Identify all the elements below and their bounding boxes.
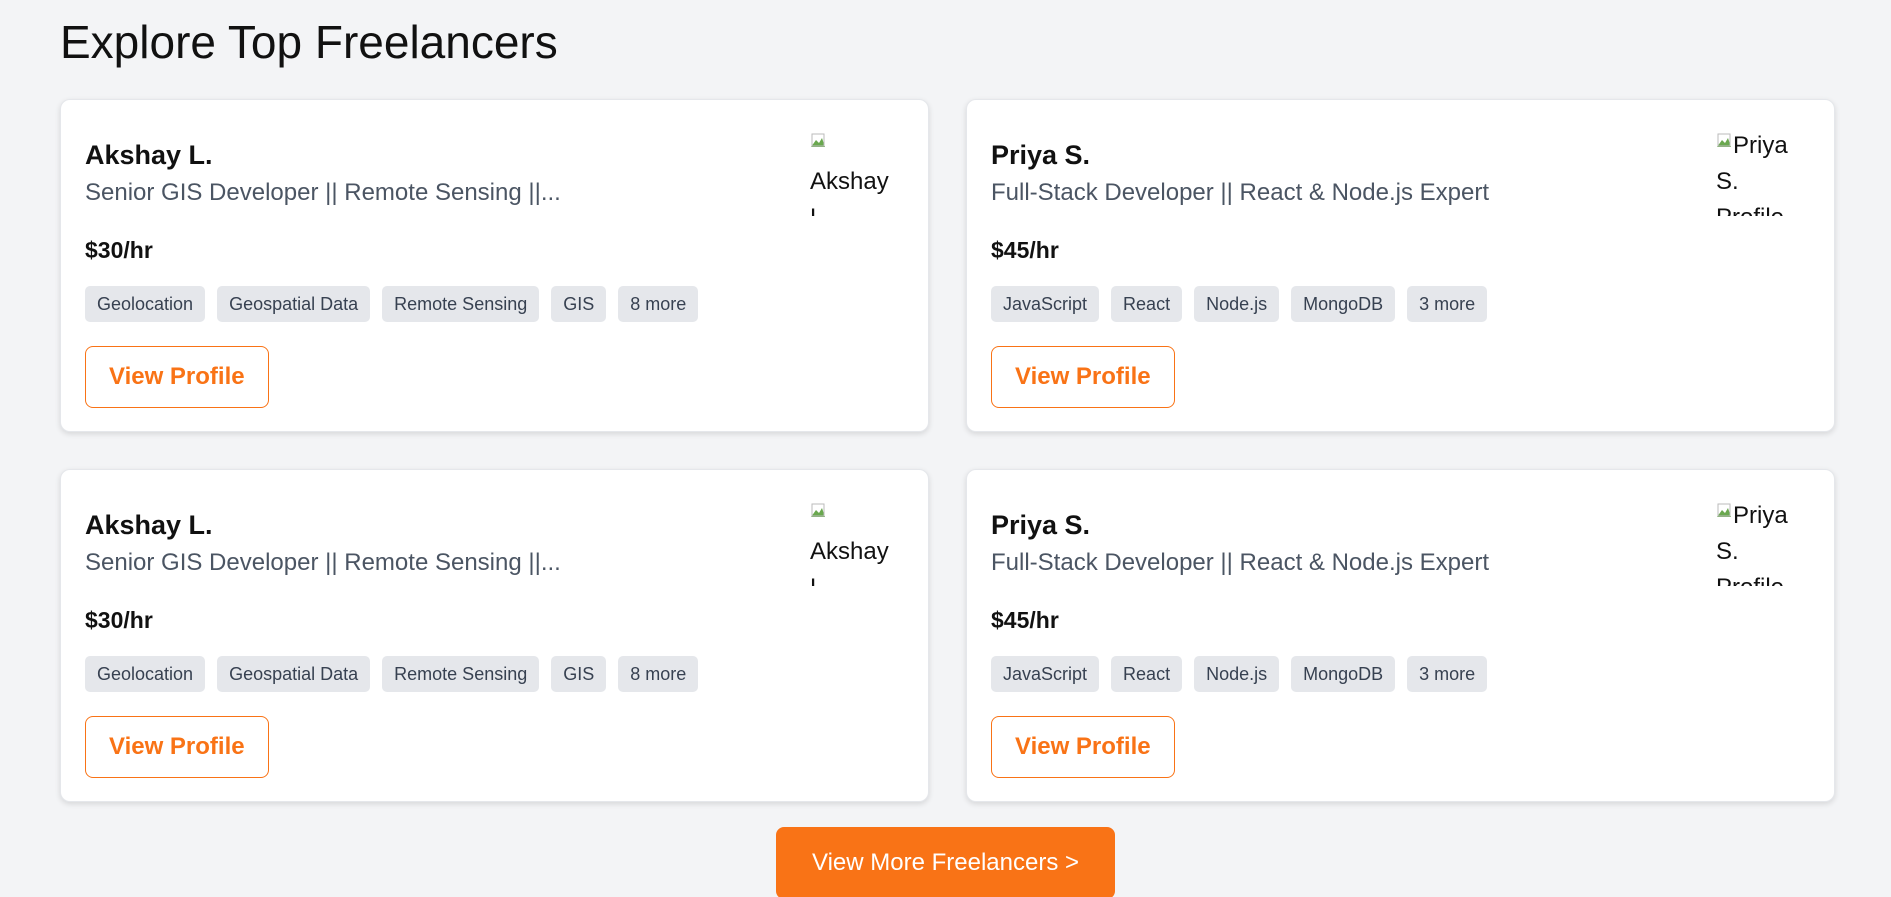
skill-tag: Remote Sensing — [382, 286, 540, 322]
skill-tags: JavaScript React Node.js MongoDB 3 more — [991, 656, 1488, 692]
hourly-rate: $45/hr — [991, 607, 1059, 633]
avatar[interactable]: Akshay L. Profile — [810, 498, 898, 586]
avatar[interactable]: Akshay L. Profile — [810, 128, 898, 216]
broken-image-icon — [1717, 503, 1731, 517]
skill-tag: Node.js — [1194, 656, 1280, 692]
freelancer-headline: Senior GIS Developer || Remote Sensing |… — [85, 549, 561, 576]
avatar[interactable]: Priya S. Profile — [1716, 498, 1804, 586]
avatar[interactable]: Priya S. Profile — [1716, 128, 1804, 216]
view-profile-button[interactable]: View Profile — [991, 346, 1175, 408]
skill-tag: MongoDB — [1291, 656, 1396, 692]
view-more-freelancers-button[interactable]: View More Freelancers > — [776, 827, 1115, 897]
hourly-rate: $30/hr — [85, 607, 153, 633]
freelancer-name: Akshay L. — [85, 510, 213, 540]
broken-image-icon — [1717, 133, 1731, 147]
freelancer-card: Priya S. Full-Stack Developer || React &… — [966, 99, 1835, 432]
broken-image-icon — [811, 503, 825, 517]
freelancer-card: Akshay L. Senior GIS Developer || Remote… — [60, 99, 929, 432]
skill-tag: Node.js — [1194, 286, 1280, 322]
page: Explore Top Freelancers Akshay L. Senior… — [0, 0, 1891, 897]
view-more-container: View More Freelancers > — [0, 827, 1891, 897]
broken-image-icon — [811, 133, 825, 147]
view-profile-button[interactable]: View Profile — [85, 716, 269, 778]
skill-tags: Geolocation Geospatial Data Remote Sensi… — [85, 656, 699, 692]
skill-tags: JavaScript React Node.js MongoDB 3 more — [991, 286, 1488, 322]
skill-tag: JavaScript — [991, 656, 1100, 692]
freelancer-card: Priya S. Full-Stack Developer || React &… — [966, 469, 1835, 802]
skill-tag: JavaScript — [991, 286, 1100, 322]
skill-tag: Remote Sensing — [382, 656, 540, 692]
skill-tag: MongoDB — [1291, 286, 1396, 322]
skill-tag: Geolocation — [85, 656, 206, 692]
skill-tag: Geolocation — [85, 286, 206, 322]
avatar-alt-text: Akshay L. Profile — [810, 538, 889, 586]
more-skills-tag: 8 more — [618, 286, 699, 322]
more-skills-tag: 3 more — [1407, 656, 1488, 692]
section-title: Explore Top Freelancers — [60, 16, 558, 68]
skill-tag: Geospatial Data — [217, 656, 371, 692]
skill-tag: React — [1111, 286, 1183, 322]
skill-tag: React — [1111, 656, 1183, 692]
view-profile-button[interactable]: View Profile — [991, 716, 1175, 778]
skill-tag: GIS — [551, 286, 607, 322]
freelancer-name: Priya S. — [991, 510, 1091, 540]
hourly-rate: $45/hr — [991, 237, 1059, 263]
skill-tag: Geospatial Data — [217, 286, 371, 322]
avatar-alt-text: Akshay L. Profile — [810, 168, 889, 216]
freelancer-grid: Akshay L. Senior GIS Developer || Remote… — [60, 99, 1835, 802]
view-profile-button[interactable]: View Profile — [85, 346, 269, 408]
freelancer-name: Akshay L. — [85, 140, 213, 170]
freelancer-headline: Senior GIS Developer || Remote Sensing |… — [85, 179, 561, 206]
freelancer-name: Priya S. — [991, 140, 1091, 170]
more-skills-tag: 3 more — [1407, 286, 1488, 322]
more-skills-tag: 8 more — [618, 656, 699, 692]
freelancer-card: Akshay L. Senior GIS Developer || Remote… — [60, 469, 929, 802]
skill-tags: Geolocation Geospatial Data Remote Sensi… — [85, 286, 699, 322]
freelancer-headline: Full-Stack Developer || React & Node.js … — [991, 549, 1489, 576]
freelancer-headline: Full-Stack Developer || React & Node.js … — [991, 179, 1489, 206]
hourly-rate: $30/hr — [85, 237, 153, 263]
skill-tag: GIS — [551, 656, 607, 692]
